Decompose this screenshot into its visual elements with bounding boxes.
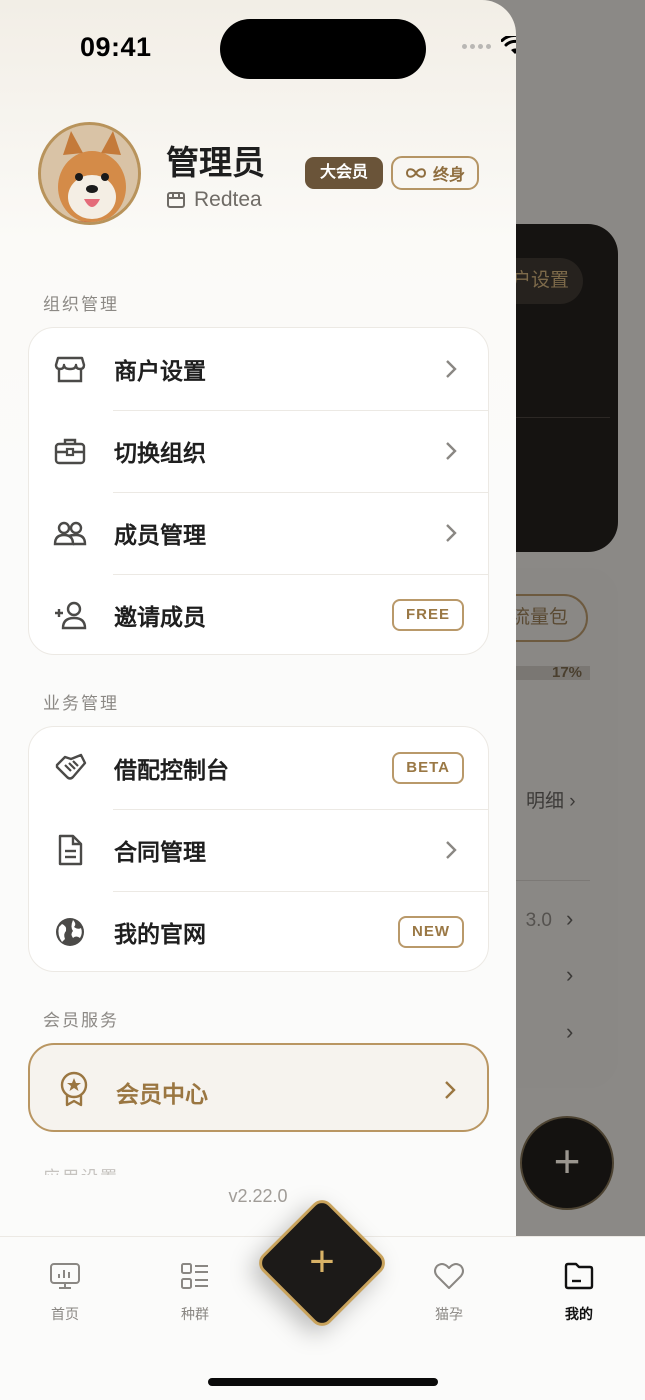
store-small-icon: [167, 192, 185, 208]
chevron-right-icon: [445, 1081, 456, 1099]
monitor-chart-icon: [50, 1263, 80, 1289]
org-row: Redtea: [166, 188, 262, 212]
infinity-icon: [405, 168, 426, 178]
globe-icon: [56, 918, 84, 946]
list-grid-icon: [181, 1263, 208, 1289]
award-icon: [60, 1071, 88, 1107]
tab-mine[interactable]: 我的: [539, 1259, 619, 1324]
chevron-right-icon: [446, 524, 457, 542]
document-icon: [58, 834, 83, 866]
dynamic-island: [220, 19, 426, 79]
status-indicators: [462, 36, 516, 56]
heart-icon: [434, 1263, 464, 1289]
tab-population[interactable]: 种群: [155, 1259, 235, 1324]
chevron-right-icon: [446, 841, 457, 859]
menu-item-merchant-settings[interactable]: 商户设置: [29, 328, 488, 410]
tab-label: 种群: [181, 1306, 209, 1322]
side-drawer: 09:41 管理员 Redtea 大会员 终身 组织管理 商户设置 切换组织 成…: [0, 0, 516, 1400]
store-icon: [54, 356, 86, 383]
chevron-right-icon: [446, 360, 457, 378]
add-user-icon: [55, 601, 87, 630]
avatar[interactable]: [38, 122, 141, 225]
menu-item-invite-member[interactable]: 邀请成员 FREE: [29, 574, 488, 654]
menu-item-contracts[interactable]: 合同管理: [29, 809, 488, 891]
menu-item-label: 邀请成员: [114, 604, 206, 630]
status-time: 09:41: [80, 32, 152, 62]
tab-cat-pregnancy[interactable]: 猫孕: [409, 1259, 489, 1324]
signal-icon: [462, 43, 491, 49]
section-title-business: 业务管理: [43, 694, 119, 713]
vip-badge[interactable]: 大会员: [305, 157, 383, 189]
chevron-right-icon: [446, 442, 457, 460]
beta-tag: BETA: [392, 752, 464, 784]
background-chevron-right-icon: ›: [566, 962, 574, 987]
plus-icon: +: [309, 1237, 335, 1286]
new-tag: NEW: [398, 916, 464, 948]
wifi-icon: [501, 36, 516, 54]
menu-item-label: 切换组织: [114, 440, 206, 466]
menu-item-label: 借配控制台: [114, 757, 229, 783]
briefcase-icon: [54, 438, 86, 465]
section-title-app-partial: 应用设置: [43, 1163, 119, 1175]
member-center-label: 会员中心: [116, 1081, 208, 1107]
tab-label: 我的: [565, 1306, 593, 1322]
section-title-org: 组织管理: [43, 295, 119, 314]
org-name: Redtea: [194, 188, 262, 211]
business-card: 借配控制台 BETA 合同管理 我的官网 NEW: [28, 726, 489, 972]
member-center-button[interactable]: 会员中心: [28, 1043, 489, 1132]
org-card: 商户设置 切换组织 成员管理 邀请成员 FREE: [28, 327, 489, 655]
lifetime-badge-label: 终身: [432, 167, 465, 184]
menu-item-switch-org[interactable]: 切换组织: [29, 410, 488, 492]
menu-item-my-website[interactable]: 我的官网 NEW: [29, 891, 488, 971]
menu-item-members[interactable]: 成员管理: [29, 492, 488, 574]
menu-item-label: 商户设置: [114, 358, 206, 384]
free-tag: FREE: [391, 599, 464, 631]
background-detail-link: 明细 ›: [526, 791, 576, 812]
background-chevron-right-icon: ›: [566, 1019, 574, 1044]
menu-item-label: 成员管理: [114, 522, 206, 548]
dog-avatar-icon: [41, 125, 138, 222]
menu-item-label: 合同管理: [114, 839, 206, 865]
menu-item-lending-console[interactable]: 借配控制台 BETA: [29, 727, 488, 809]
handshake-icon: [55, 753, 87, 780]
members-icon: [53, 521, 87, 546]
menu-item-label: 我的官网: [114, 921, 206, 947]
app-version: v2.22.0: [228, 1186, 288, 1206]
user-name: 管理员: [166, 144, 265, 181]
lifetime-badge[interactable]: 终身: [391, 156, 479, 190]
tab-label: 首页: [51, 1306, 79, 1322]
background-chevron-right-icon: ›: [566, 906, 574, 931]
tab-label: 猫孕: [435, 1306, 463, 1322]
tab-home[interactable]: 首页: [25, 1259, 105, 1324]
background-add-button: +: [520, 1116, 614, 1210]
section-title-member: 会员服务: [43, 1011, 119, 1030]
folder-icon: [564, 1262, 594, 1290]
home-indicator: [208, 1378, 438, 1386]
background-progress-label: 17%: [552, 664, 583, 681]
